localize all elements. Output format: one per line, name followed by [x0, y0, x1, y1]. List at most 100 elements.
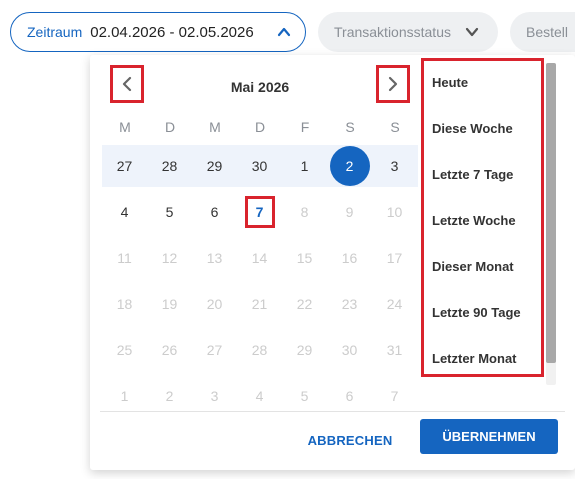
calendar-day-number: 27 [116, 158, 133, 174]
date-picker-panel: Mai 2026 MDMDFSS 27 28 29 30 1 2 3 4 5 6 7 8 9 10 11 12… [90, 55, 575, 470]
cancel-button[interactable]: ABBRECHEN [302, 423, 398, 457]
calendar-day[interactable]: 5 [147, 189, 192, 235]
calendar-day: 21 [237, 281, 282, 327]
preset-option[interactable]: Letzte Woche [432, 213, 516, 228]
calendar-day: 6 [327, 373, 372, 419]
preset-list: Heute Diese Woche Letzte 7 Tage Letzte Woch… [421, 58, 544, 377]
chevron-left-icon [122, 76, 132, 92]
calendar-day[interactable]: 28 [147, 143, 192, 189]
calendar-day-number: 28 [251, 342, 268, 358]
calendar-day-number: 4 [120, 204, 129, 220]
calendar-day: 14 [237, 235, 282, 281]
calendar-day: 16 [327, 235, 372, 281]
preset-scrollbar-thumb[interactable] [546, 63, 556, 363]
calendar-day[interactable]: 29 [192, 143, 237, 189]
calendar-day-number: 31 [386, 342, 403, 358]
transaction-status-filter[interactable]: Transaktionsstatus [318, 12, 498, 52]
calendar-day: 18 [102, 281, 147, 327]
calendar-day-number: 20 [206, 296, 223, 312]
calendar-day-number: 11 [117, 250, 132, 266]
calendar-day-number: 28 [161, 158, 178, 174]
calendar-day-number: 2 [165, 388, 174, 404]
calendar-day-number: 19 [161, 296, 178, 312]
calendar-day-number: 15 [296, 250, 313, 266]
preset-option[interactable]: Heute [432, 75, 468, 90]
calendar-day-number: 24 [386, 296, 403, 312]
calendar-day-number: 23 [341, 296, 358, 312]
calendar-grid: 27 28 29 30 1 2 3 4 5 6 7 8 9 10 11 12 13 14 15 16 17 18 19 20 2… [102, 145, 418, 423]
calendar-day: 13 [192, 235, 237, 281]
calendar-day-number: 1 [300, 158, 309, 174]
calendar-day[interactable]: 4 [102, 189, 147, 235]
weekday-label: S [390, 119, 400, 135]
calendar-day: 19 [147, 281, 192, 327]
calendar-day: 29 [282, 327, 327, 373]
preset-option[interactable]: Letzte 7 Tage [432, 167, 513, 182]
calendar-day-number: 6 [345, 388, 354, 404]
date-range-filter[interactable]: Zeitraum 02.04.2026 - 02.05.2026 [10, 12, 306, 52]
calendar-day[interactable]: 6 [192, 189, 237, 235]
calendar-day-number: 17 [386, 250, 403, 266]
calendar-day-number: 12 [161, 250, 178, 266]
calendar-day-number: 16 [341, 250, 358, 266]
calendar-day: 23 [327, 281, 372, 327]
calendar-day-number: 9 [345, 204, 354, 220]
calendar-day-number: 27 [206, 342, 223, 358]
weekday-label: F [300, 119, 310, 135]
calendar-day: 12 [147, 235, 192, 281]
calendar-day-number: 29 [206, 158, 223, 174]
calendar-day: 7 [372, 373, 417, 419]
calendar-day-number: 13 [206, 250, 223, 266]
date-range-value: 02.04.2026 - 02.05.2026 [90, 23, 254, 41]
calendar-day-number: 8 [300, 204, 309, 220]
calendar-day[interactable]: 30 [237, 143, 282, 189]
next-month-button[interactable] [376, 65, 410, 103]
weekday-label: D [254, 119, 266, 135]
calendar-day-number: 7 [244, 196, 275, 228]
footer-divider [100, 411, 565, 412]
chevron-right-icon [388, 76, 398, 92]
preset-scrollbar[interactable] [546, 63, 556, 385]
calendar-day: 28 [237, 327, 282, 373]
preset-option[interactable]: Letzter Monat [432, 351, 517, 366]
calendar-day-number: 6 [210, 204, 219, 220]
preset-option[interactable]: Letzte 90 Tage [432, 305, 521, 320]
calendar-day: 30 [327, 327, 372, 373]
weekday-label: M [209, 119, 221, 135]
calendar-day: 9 [327, 189, 372, 235]
apply-button[interactable]: ÜBERNEHMEN [420, 419, 558, 454]
calendar-day: 1 [102, 373, 147, 419]
calendar-day-number: 1 [120, 388, 129, 404]
weekday-label: S [345, 119, 355, 135]
preset-option[interactable]: Diese Woche [432, 121, 513, 136]
calendar-day: 3 [192, 373, 237, 419]
calendar-day: 4 [237, 373, 282, 419]
calendar-day-number: 18 [116, 296, 133, 312]
date-range-label: Zeitraum [27, 24, 83, 40]
calendar-day-number: 22 [296, 296, 313, 312]
calendar-day[interactable]: 1 [282, 143, 327, 189]
calendar-day-number: 3 [210, 388, 219, 404]
calendar-day-selected[interactable]: 2 [327, 143, 372, 189]
calendar-day-number: 2 [329, 146, 370, 186]
transaction-status-label: Transaktionsstatus [334, 24, 451, 40]
calendar-day: 2 [147, 373, 192, 419]
calendar-day: 31 [372, 327, 417, 373]
calendar-day: 26 [147, 327, 192, 373]
previous-month-button[interactable] [110, 65, 144, 103]
order-filter[interactable]: Bestell [510, 12, 575, 52]
calendar-day-number: 21 [251, 296, 268, 312]
calendar-day-number: 29 [296, 342, 313, 358]
calendar-day: 8 [282, 189, 327, 235]
calendar-day[interactable]: 3 [372, 143, 417, 189]
weekday-label: D [164, 119, 176, 135]
calendar-day-today[interactable]: 7 [237, 189, 282, 235]
calendar-day-number: 26 [161, 342, 178, 358]
calendar-day[interactable]: 27 [102, 143, 147, 189]
chevron-down-icon [465, 27, 479, 37]
month-title: Mai 2026 [230, 79, 290, 95]
preset-option[interactable]: Dieser Monat [432, 259, 514, 274]
calendar-day: 27 [192, 327, 237, 373]
calendar-day-number: 25 [116, 342, 133, 358]
calendar-day: 24 [372, 281, 417, 327]
